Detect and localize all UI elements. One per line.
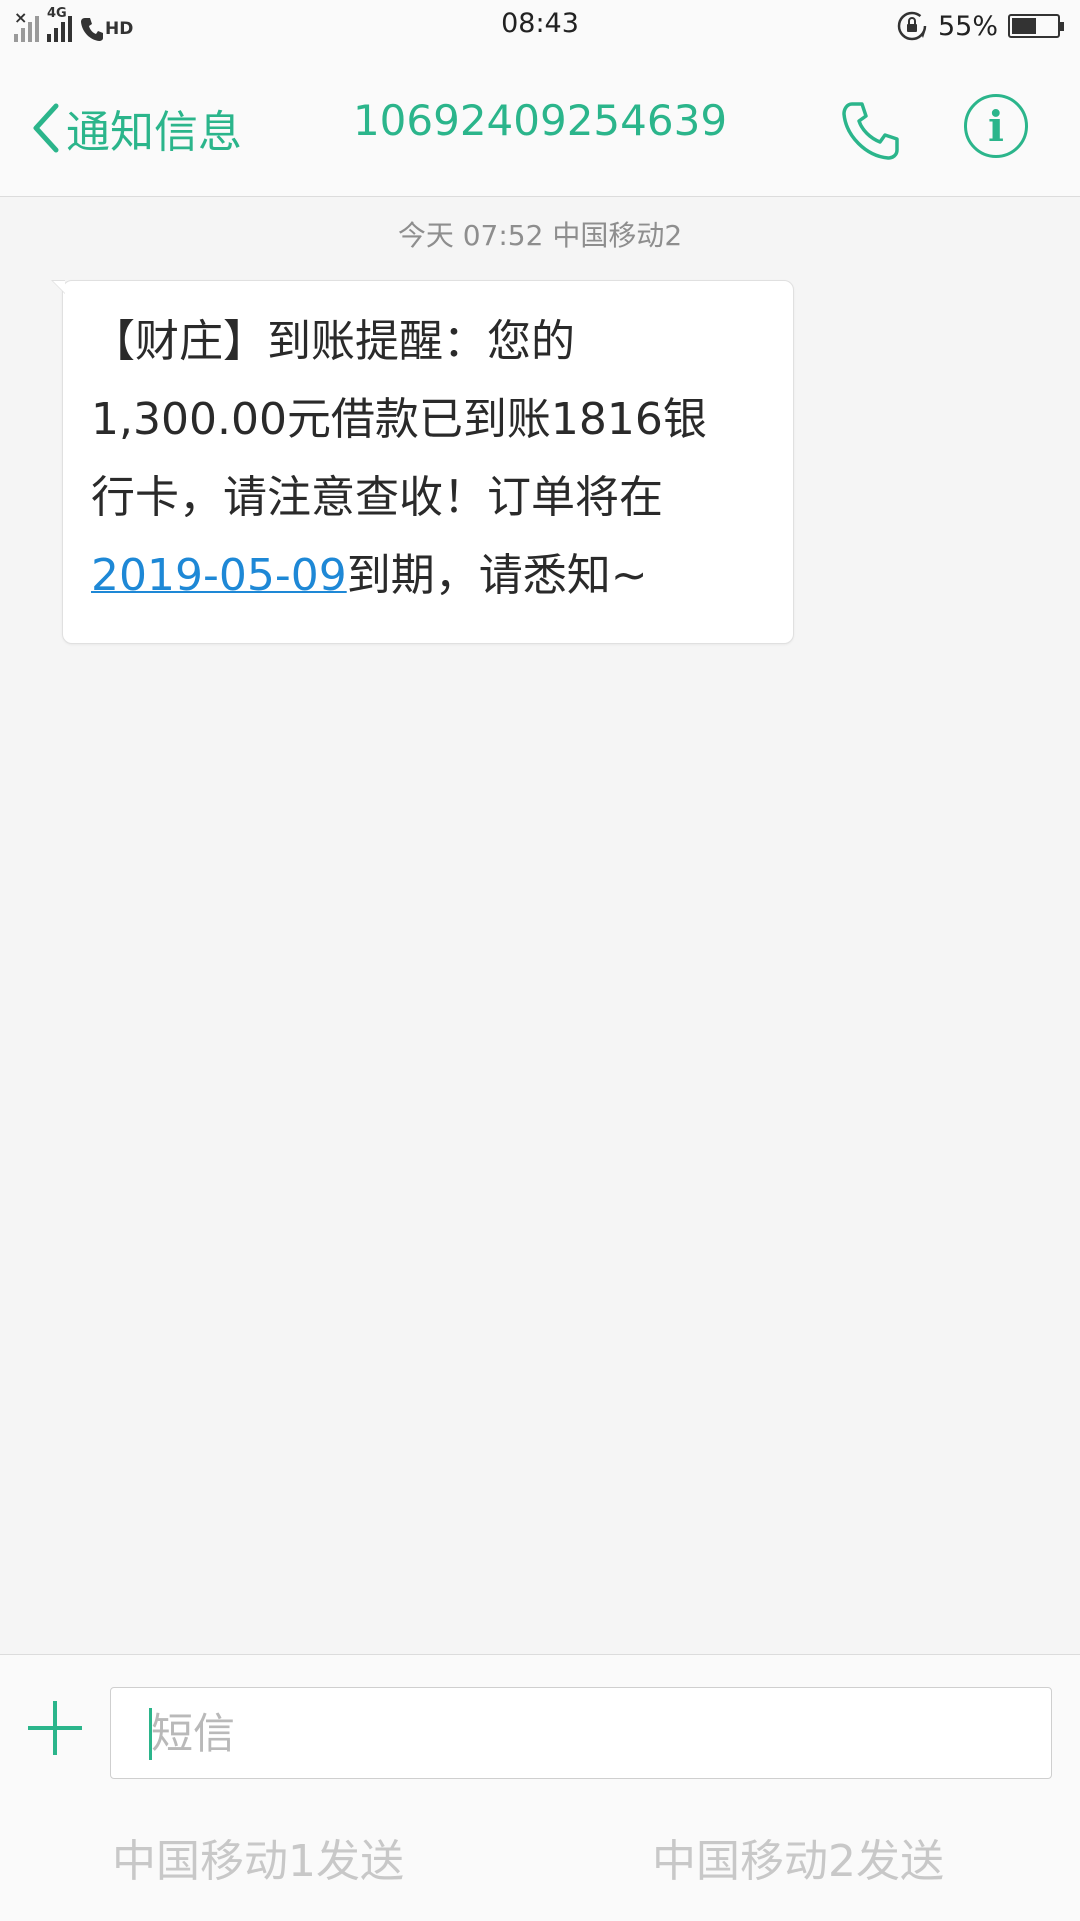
- sender-number: 10692409254639: [352, 96, 728, 145]
- message-placeholder: 短信: [151, 1709, 236, 1758]
- info-glyph: i: [988, 101, 1004, 151]
- composer-bar: 短信 中国移动1发送 中国移动2发送: [0, 1654, 1080, 1921]
- message-line-4-rest: 到期，请悉知~: [346, 550, 648, 601]
- back-button[interactable]: 通知信息: [30, 96, 242, 160]
- message-input[interactable]: 短信: [110, 1687, 1052, 1779]
- send-sim1-button[interactable]: 中国移动1发送: [112, 1825, 404, 1889]
- battery-icon: [1008, 14, 1064, 38]
- back-label: 通知信息: [66, 107, 242, 158]
- info-icon[interactable]: i: [964, 94, 1028, 158]
- phone-icon[interactable]: [840, 100, 902, 162]
- add-attachment-icon[interactable]: [28, 1701, 82, 1755]
- status-right: 55%: [896, 8, 1064, 44]
- message-text: 【财庄】到账提醒：您的 1,300.00元借款已到账1816银 行卡，请注意查收…: [91, 303, 781, 615]
- conversation-header: 通知信息 10692409254639 i: [0, 52, 1080, 197]
- message-timestamp: 今天 07:52 中国移动2: [397, 219, 683, 252]
- chevron-left-icon: [33, 103, 59, 153]
- date-link[interactable]: 2019-05-09: [91, 550, 347, 601]
- status-bar: × 4G HD 08:43 55%: [0, 0, 1080, 52]
- send-sim2-button[interactable]: 中国移动2发送: [652, 1825, 944, 1889]
- message-bubble[interactable]: 【财庄】到账提醒：您的 1,300.00元借款已到账1816银 行卡，请注意查收…: [51, 280, 794, 644]
- message-line-4: 2019-05-09到期，请悉知~: [91, 537, 781, 615]
- rotation-lock-icon: [897, 11, 927, 41]
- battery-level: [1012, 18, 1037, 34]
- message-line-2: 1,300.00元借款已到账1816银: [91, 394, 707, 445]
- message-line-3: 行卡，请注意查收！订单将在: [91, 472, 663, 523]
- message-line-1: 【财庄】到账提醒：您的: [91, 316, 575, 367]
- battery-percent: 55%: [937, 10, 998, 42]
